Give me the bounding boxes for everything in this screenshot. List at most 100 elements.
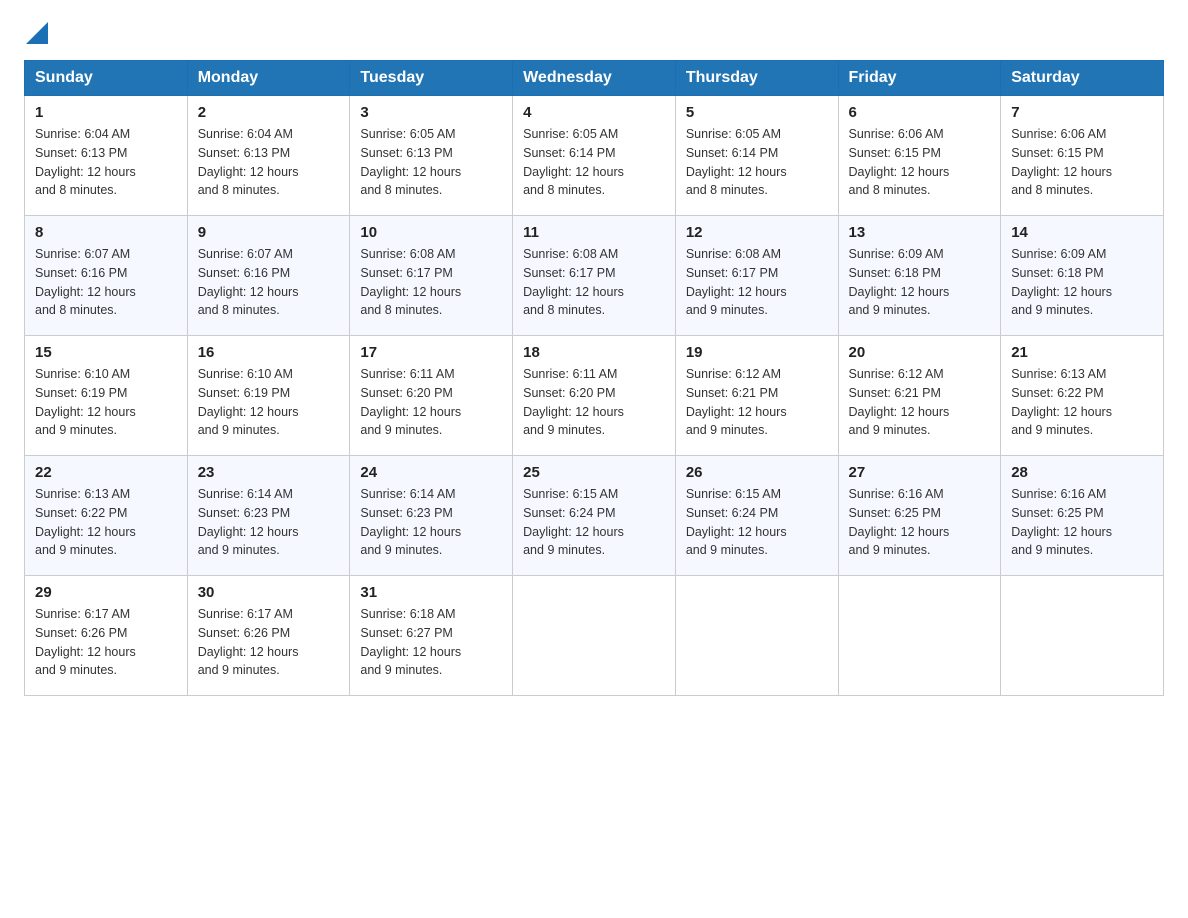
calendar-cell: 29 Sunrise: 6:17 AM Sunset: 6:26 PM Dayl… <box>25 576 188 696</box>
calendar-cell: 20 Sunrise: 6:12 AM Sunset: 6:21 PM Dayl… <box>838 336 1001 456</box>
calendar-cell: 12 Sunrise: 6:08 AM Sunset: 6:17 PM Dayl… <box>675 216 838 336</box>
day-number: 20 <box>849 344 991 361</box>
day-number: 31 <box>360 584 502 601</box>
day-info: Sunrise: 6:07 AM Sunset: 6:16 PM Dayligh… <box>198 245 340 320</box>
day-header-wednesday: Wednesday <box>513 61 676 96</box>
calendar-table: SundayMondayTuesdayWednesdayThursdayFrid… <box>24 60 1164 696</box>
calendar-cell: 11 Sunrise: 6:08 AM Sunset: 6:17 PM Dayl… <box>513 216 676 336</box>
calendar-week-row: 8 Sunrise: 6:07 AM Sunset: 6:16 PM Dayli… <box>25 216 1164 336</box>
day-info: Sunrise: 6:17 AM Sunset: 6:26 PM Dayligh… <box>35 605 177 680</box>
calendar-cell: 16 Sunrise: 6:10 AM Sunset: 6:19 PM Dayl… <box>187 336 350 456</box>
day-info: Sunrise: 6:15 AM Sunset: 6:24 PM Dayligh… <box>523 485 665 560</box>
calendar-cell <box>675 576 838 696</box>
day-info: Sunrise: 6:16 AM Sunset: 6:25 PM Dayligh… <box>1011 485 1153 560</box>
calendar-cell: 3 Sunrise: 6:05 AM Sunset: 6:13 PM Dayli… <box>350 96 513 216</box>
page-header <box>24 24 1164 44</box>
calendar-cell: 22 Sunrise: 6:13 AM Sunset: 6:22 PM Dayl… <box>25 456 188 576</box>
day-number: 23 <box>198 464 340 481</box>
day-info: Sunrise: 6:09 AM Sunset: 6:18 PM Dayligh… <box>849 245 991 320</box>
day-number: 17 <box>360 344 502 361</box>
calendar-cell: 28 Sunrise: 6:16 AM Sunset: 6:25 PM Dayl… <box>1001 456 1164 576</box>
calendar-cell: 4 Sunrise: 6:05 AM Sunset: 6:14 PM Dayli… <box>513 96 676 216</box>
calendar-cell: 9 Sunrise: 6:07 AM Sunset: 6:16 PM Dayli… <box>187 216 350 336</box>
day-info: Sunrise: 6:16 AM Sunset: 6:25 PM Dayligh… <box>849 485 991 560</box>
day-number: 12 <box>686 224 828 241</box>
calendar-cell: 25 Sunrise: 6:15 AM Sunset: 6:24 PM Dayl… <box>513 456 676 576</box>
calendar-cell: 8 Sunrise: 6:07 AM Sunset: 6:16 PM Dayli… <box>25 216 188 336</box>
day-info: Sunrise: 6:06 AM Sunset: 6:15 PM Dayligh… <box>849 125 991 200</box>
day-info: Sunrise: 6:05 AM Sunset: 6:14 PM Dayligh… <box>523 125 665 200</box>
calendar-cell: 10 Sunrise: 6:08 AM Sunset: 6:17 PM Dayl… <box>350 216 513 336</box>
calendar-cell <box>513 576 676 696</box>
day-info: Sunrise: 6:05 AM Sunset: 6:13 PM Dayligh… <box>360 125 502 200</box>
calendar-cell: 2 Sunrise: 6:04 AM Sunset: 6:13 PM Dayli… <box>187 96 350 216</box>
day-number: 8 <box>35 224 177 241</box>
day-info: Sunrise: 6:09 AM Sunset: 6:18 PM Dayligh… <box>1011 245 1153 320</box>
day-header-saturday: Saturday <box>1001 61 1164 96</box>
day-header-friday: Friday <box>838 61 1001 96</box>
day-header-sunday: Sunday <box>25 61 188 96</box>
calendar-cell: 6 Sunrise: 6:06 AM Sunset: 6:15 PM Dayli… <box>838 96 1001 216</box>
day-info: Sunrise: 6:04 AM Sunset: 6:13 PM Dayligh… <box>198 125 340 200</box>
calendar-cell: 19 Sunrise: 6:12 AM Sunset: 6:21 PM Dayl… <box>675 336 838 456</box>
day-number: 6 <box>849 104 991 121</box>
logo-triangle-icon <box>26 22 48 44</box>
day-info: Sunrise: 6:11 AM Sunset: 6:20 PM Dayligh… <box>360 365 502 440</box>
day-number: 26 <box>686 464 828 481</box>
calendar-cell: 14 Sunrise: 6:09 AM Sunset: 6:18 PM Dayl… <box>1001 216 1164 336</box>
day-info: Sunrise: 6:08 AM Sunset: 6:17 PM Dayligh… <box>686 245 828 320</box>
day-info: Sunrise: 6:05 AM Sunset: 6:14 PM Dayligh… <box>686 125 828 200</box>
calendar-week-row: 22 Sunrise: 6:13 AM Sunset: 6:22 PM Dayl… <box>25 456 1164 576</box>
day-info: Sunrise: 6:07 AM Sunset: 6:16 PM Dayligh… <box>35 245 177 320</box>
day-info: Sunrise: 6:17 AM Sunset: 6:26 PM Dayligh… <box>198 605 340 680</box>
day-info: Sunrise: 6:10 AM Sunset: 6:19 PM Dayligh… <box>35 365 177 440</box>
calendar-cell: 24 Sunrise: 6:14 AM Sunset: 6:23 PM Dayl… <box>350 456 513 576</box>
day-number: 25 <box>523 464 665 481</box>
calendar-cell: 27 Sunrise: 6:16 AM Sunset: 6:25 PM Dayl… <box>838 456 1001 576</box>
calendar-cell: 17 Sunrise: 6:11 AM Sunset: 6:20 PM Dayl… <box>350 336 513 456</box>
day-number: 2 <box>198 104 340 121</box>
day-number: 9 <box>198 224 340 241</box>
calendar-cell: 1 Sunrise: 6:04 AM Sunset: 6:13 PM Dayli… <box>25 96 188 216</box>
day-number: 27 <box>849 464 991 481</box>
day-info: Sunrise: 6:13 AM Sunset: 6:22 PM Dayligh… <box>1011 365 1153 440</box>
calendar-week-row: 15 Sunrise: 6:10 AM Sunset: 6:19 PM Dayl… <box>25 336 1164 456</box>
calendar-week-row: 1 Sunrise: 6:04 AM Sunset: 6:13 PM Dayli… <box>25 96 1164 216</box>
day-number: 4 <box>523 104 665 121</box>
day-info: Sunrise: 6:06 AM Sunset: 6:15 PM Dayligh… <box>1011 125 1153 200</box>
day-number: 7 <box>1011 104 1153 121</box>
day-number: 14 <box>1011 224 1153 241</box>
day-number: 24 <box>360 464 502 481</box>
day-number: 21 <box>1011 344 1153 361</box>
day-number: 19 <box>686 344 828 361</box>
day-number: 5 <box>686 104 828 121</box>
day-number: 1 <box>35 104 177 121</box>
day-number: 3 <box>360 104 502 121</box>
day-info: Sunrise: 6:08 AM Sunset: 6:17 PM Dayligh… <box>523 245 665 320</box>
day-info: Sunrise: 6:14 AM Sunset: 6:23 PM Dayligh… <box>198 485 340 560</box>
day-info: Sunrise: 6:13 AM Sunset: 6:22 PM Dayligh… <box>35 485 177 560</box>
day-number: 29 <box>35 584 177 601</box>
day-info: Sunrise: 6:12 AM Sunset: 6:21 PM Dayligh… <box>686 365 828 440</box>
day-number: 28 <box>1011 464 1153 481</box>
calendar-cell: 18 Sunrise: 6:11 AM Sunset: 6:20 PM Dayl… <box>513 336 676 456</box>
calendar-cell: 21 Sunrise: 6:13 AM Sunset: 6:22 PM Dayl… <box>1001 336 1164 456</box>
day-number: 22 <box>35 464 177 481</box>
calendar-cell: 26 Sunrise: 6:15 AM Sunset: 6:24 PM Dayl… <box>675 456 838 576</box>
day-info: Sunrise: 6:04 AM Sunset: 6:13 PM Dayligh… <box>35 125 177 200</box>
day-header-tuesday: Tuesday <box>350 61 513 96</box>
calendar-cell: 30 Sunrise: 6:17 AM Sunset: 6:26 PM Dayl… <box>187 576 350 696</box>
day-header-thursday: Thursday <box>675 61 838 96</box>
calendar-week-row: 29 Sunrise: 6:17 AM Sunset: 6:26 PM Dayl… <box>25 576 1164 696</box>
calendar-cell: 5 Sunrise: 6:05 AM Sunset: 6:14 PM Dayli… <box>675 96 838 216</box>
day-info: Sunrise: 6:15 AM Sunset: 6:24 PM Dayligh… <box>686 485 828 560</box>
day-info: Sunrise: 6:18 AM Sunset: 6:27 PM Dayligh… <box>360 605 502 680</box>
day-info: Sunrise: 6:08 AM Sunset: 6:17 PM Dayligh… <box>360 245 502 320</box>
day-number: 11 <box>523 224 665 241</box>
calendar-cell <box>1001 576 1164 696</box>
logo <box>24 24 48 44</box>
day-header-monday: Monday <box>187 61 350 96</box>
day-number: 30 <box>198 584 340 601</box>
day-number: 13 <box>849 224 991 241</box>
calendar-cell: 7 Sunrise: 6:06 AM Sunset: 6:15 PM Dayli… <box>1001 96 1164 216</box>
